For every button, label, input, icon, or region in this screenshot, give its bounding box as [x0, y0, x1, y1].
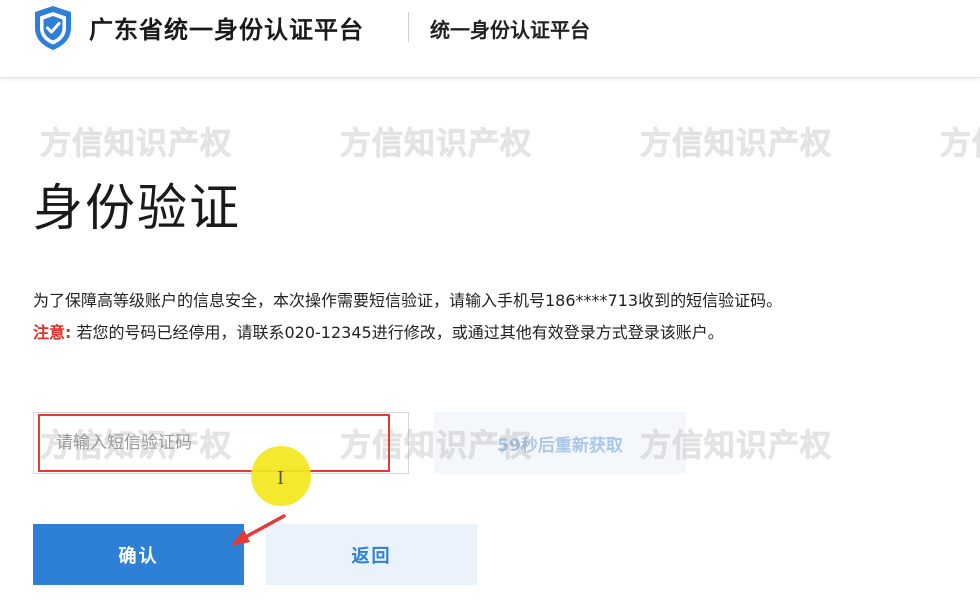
watermark: 方信知识产权	[340, 126, 532, 163]
back-button[interactable]: 返回	[266, 524, 477, 585]
watermark: 方信知识产权	[40, 126, 232, 163]
red-arrow-icon	[230, 514, 286, 546]
page-title: 身份验证	[33, 179, 241, 237]
watermark: 方信知识产权	[640, 126, 832, 163]
platform-subtitle: 统一身份认证平台	[430, 18, 590, 42]
notice-text: 注意: 若您的号码已经停用，请联系020-12345进行修改，或通过其他有效登录…	[33, 319, 724, 343]
header-divider	[408, 12, 409, 42]
resend-code-button[interactable]: 59秒后重新获取	[434, 412, 686, 474]
shield-check-icon	[35, 6, 71, 50]
notice-label: 注意:	[33, 323, 72, 342]
text-cursor-icon: I	[277, 468, 285, 489]
verification-info-text: 为了保障高等级账户的信息安全，本次操作需要短信验证，请输入手机号186****7…	[33, 291, 783, 310]
notice-body: 若您的号码已经停用，请联系020-12345进行修改，或通过其他有效登录方式登录…	[71, 323, 724, 342]
watermark: 方信知识产权	[940, 126, 980, 163]
confirm-button[interactable]: 确认	[33, 524, 244, 585]
platform-name: 广东省统一身份认证平台	[89, 16, 364, 44]
header: 广东省统一身份认证平台 统一身份认证平台	[0, 0, 980, 78]
sms-code-input[interactable]	[33, 412, 409, 474]
